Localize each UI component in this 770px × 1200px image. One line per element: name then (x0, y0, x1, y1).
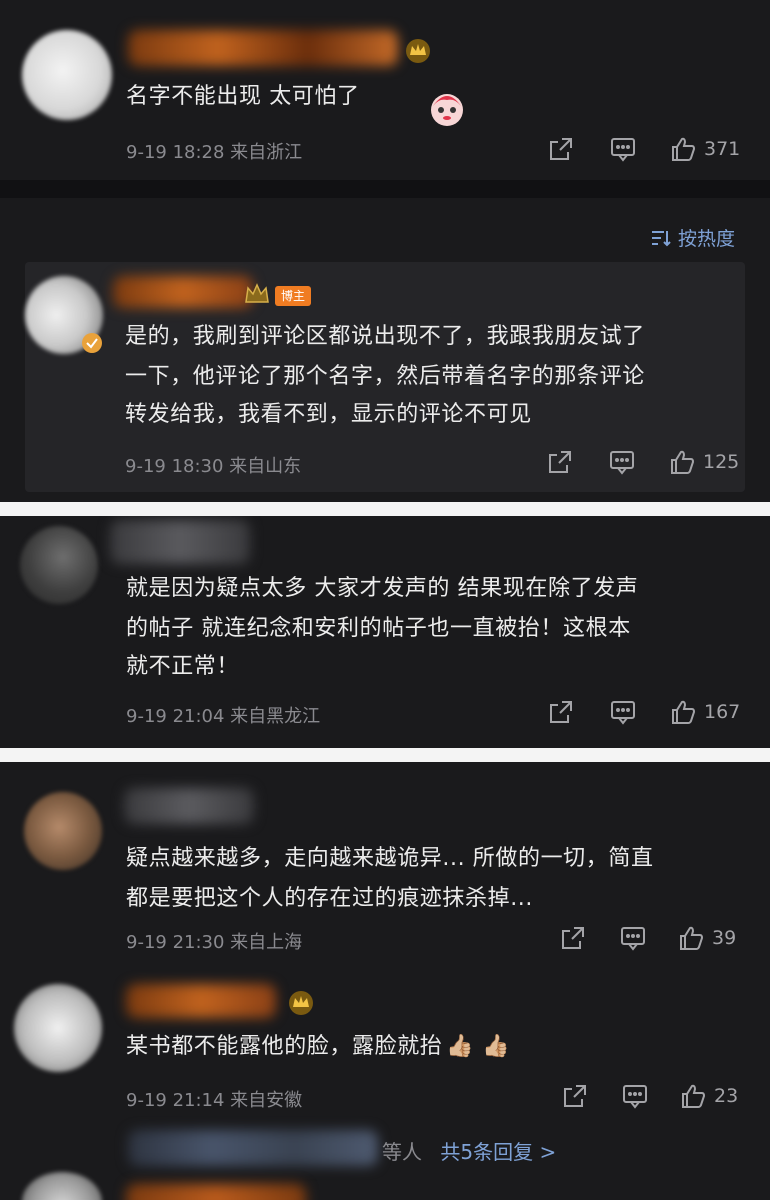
like-button[interactable]: 39 (678, 925, 736, 951)
comment-text: 一下，他评论了那个名字，然后带着名字的那条评论 (125, 364, 645, 389)
avatar[interactable] (22, 30, 112, 120)
thumbs-up-icon (682, 1084, 706, 1108)
avatar[interactable] (22, 1172, 102, 1200)
like-button[interactable]: 125 (669, 449, 739, 475)
crown-icon (289, 991, 313, 1015)
like-count: 371 (704, 138, 741, 160)
comment-icon[interactable] (608, 699, 638, 725)
crown-icon (406, 39, 430, 63)
comment-meta: 9-19 21:14 来自安徽 (126, 1090, 303, 1111)
verified-badge-icon (82, 333, 102, 353)
like-count: 39 (712, 927, 737, 949)
sort-lines-icon (652, 230, 671, 246)
comment-text-line: 某书都不能露他的脸，露脸就抬 (126, 1034, 443, 1059)
like-count: 167 (704, 701, 741, 723)
comment-text: 转发给我，我看不到，显示的评论不可见 (125, 402, 532, 427)
divider (0, 180, 770, 198)
share-icon[interactable] (545, 449, 575, 475)
comment-text: 名字不能出现 太可怕了 (126, 84, 360, 109)
avatar[interactable] (14, 984, 102, 1072)
host-reply-card: 博主 是的，我刷到评论区都说出现不了，我跟我朋友试了 一下，他评论了那个名字，然… (25, 262, 745, 492)
comment-actions: 39 (558, 922, 736, 954)
comment-text: 的帖子 就连纪念和安利的帖子也一直被抬！这根本 (126, 616, 631, 641)
comment-meta: 9-19 21:30 来自上海 (126, 932, 303, 953)
comment-panel-3: 就是因为疑点太多 大家才发声的 结果现在除了发声 的帖子 就连纪念和安利的帖子也… (0, 516, 770, 748)
comment-text: 疑点越来越多，走向越来越诡异... 所做的一切，简直 (126, 846, 654, 871)
comment-icon[interactable] (607, 449, 637, 475)
share-icon[interactable] (558, 925, 588, 951)
thumbs-up-icon (672, 137, 696, 161)
comment-text: 就是因为疑点太多 大家才发声的 结果现在除了发声 (126, 576, 639, 601)
username-blurred[interactable] (110, 520, 250, 564)
avatar[interactable] (24, 792, 102, 870)
comment-panel-4: 疑点越来越多，走向越来越诡异... 所做的一切，简直 都是要把这个人的存在过的痕… (0, 762, 770, 1200)
host-badge: 博主 (275, 286, 312, 306)
avatar[interactable] (20, 526, 98, 604)
comment-text: 是的，我刷到评论区都说出现不了，我跟我朋友试了 (125, 324, 645, 349)
comment-meta: 9-19 21:04 来自黑龙江 (126, 706, 321, 727)
username-blurred[interactable] (128, 30, 398, 66)
comment-text: 某书都不能露他的脸，露脸就抬 👍🏼 👍🏼 (126, 1028, 510, 1066)
divider (0, 748, 770, 762)
share-icon[interactable] (546, 699, 576, 725)
comment-meta: 9-19 18:30 来自山东 (125, 456, 302, 477)
crown-icon (245, 283, 269, 303)
sticker-icon (431, 94, 463, 126)
comment-actions: 167 (546, 696, 740, 728)
comment-actions: 23 (560, 1080, 738, 1112)
like-button[interactable]: 23 (680, 1083, 738, 1109)
comment-actions: 371 (546, 133, 740, 165)
username-blurred[interactable] (126, 984, 276, 1018)
reply-users-blurred[interactable] (128, 1130, 378, 1166)
comment-actions: 125 (545, 446, 739, 478)
share-icon[interactable] (560, 1083, 590, 1109)
comment-meta: 9-19 18:28 来自浙江 (126, 142, 303, 163)
username-blurred[interactable] (113, 276, 253, 308)
like-button[interactable]: 167 (670, 699, 740, 725)
thumbs-up-emoji: 👍🏼 👍🏼 (446, 1034, 510, 1059)
comment-panel-2: 按热度 博主 是的，我刷到评论区都说出现不了，我跟我朋友试了 一下，他评论了那个… (0, 198, 770, 502)
comment-panel-1: 名字不能出现 太可怕了 9-19 18:28 来自浙江 371 (0, 0, 770, 180)
comment-text: 就不正常！ (126, 654, 240, 679)
more-replies-link[interactable]: 共5条回复 > (440, 1140, 556, 1164)
like-count: 125 (703, 451, 740, 473)
more-replies-prefix: 等人 (382, 1140, 422, 1164)
thumbs-up-icon (680, 926, 704, 950)
username-blurred[interactable] (124, 788, 254, 824)
divider (0, 502, 770, 516)
sort-label: 按热度 (678, 228, 736, 250)
more-replies[interactable]: 等人 共5条回复 > (382, 1136, 556, 1165)
comment-icon[interactable] (620, 1083, 650, 1109)
share-icon[interactable] (546, 136, 576, 162)
comment-icon[interactable] (618, 925, 648, 951)
like-button[interactable]: 371 (670, 136, 740, 162)
comment-icon[interactable] (608, 136, 638, 162)
thumbs-up-icon (671, 450, 695, 474)
username-blurred[interactable] (126, 1184, 306, 1200)
sort-button[interactable]: 按热度 (650, 224, 735, 251)
like-count: 23 (714, 1085, 739, 1107)
thumbs-up-icon (672, 700, 696, 724)
comment-text: 都是要把这个人的存在过的痕迹抹杀掉... (126, 886, 533, 911)
